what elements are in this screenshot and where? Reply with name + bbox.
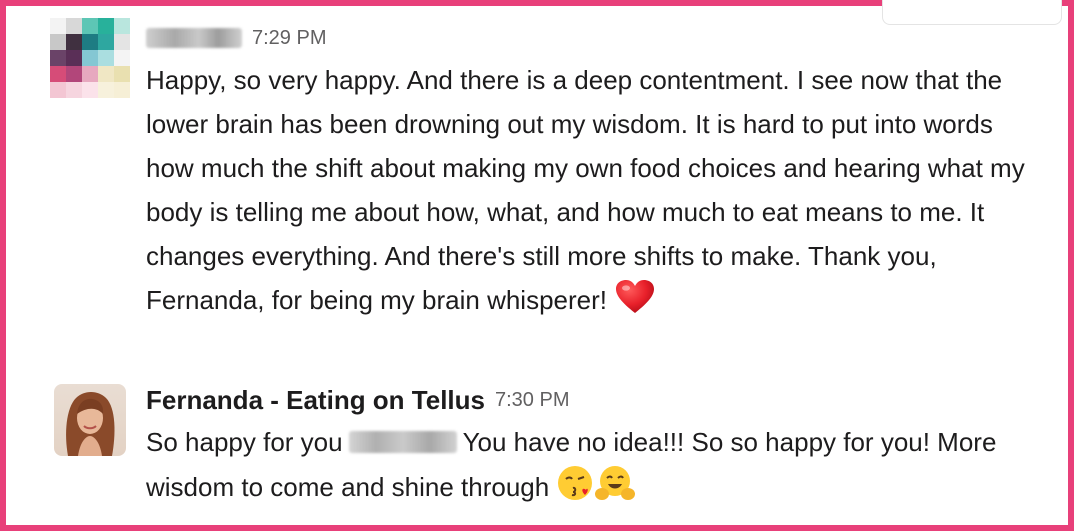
hugging-face-icon — [594, 464, 636, 515]
message-header: 7:29 PM — [146, 18, 1044, 58]
sender-name[interactable]: Fernanda - Eating on Tellus — [146, 385, 485, 416]
message-header: Fernanda - Eating on Tellus 7:30 PM — [146, 380, 1044, 420]
avatar[interactable] — [50, 380, 130, 460]
timestamp[interactable]: 7:29 PM — [252, 27, 326, 50]
avatar[interactable] — [50, 18, 130, 98]
message-text: So happy for you You have no idea!!! So s… — [146, 420, 1044, 515]
redacted-sender-name[interactable] — [146, 28, 242, 48]
redacted-mention[interactable] — [348, 431, 457, 453]
kissing-face-with-heart-icon — [556, 464, 594, 515]
profile-photo — [54, 384, 126, 456]
message-text: Happy, so very happy. And there is a dee… — [146, 58, 1044, 328]
red-heart-icon — [615, 279, 655, 328]
timestamp[interactable]: 7:30 PM — [495, 389, 569, 412]
